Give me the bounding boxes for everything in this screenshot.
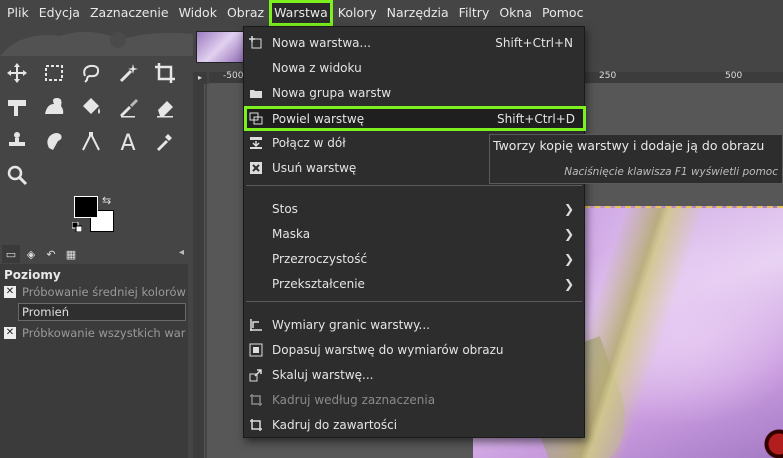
ruler-label: 250	[599, 71, 617, 81]
menu-item-transparency[interactable]: Przezroczystość ❯	[244, 246, 584, 271]
submenu-arrow-icon: ❯	[563, 201, 574, 216]
layer-to-image-size-icon	[244, 343, 268, 357]
tooltip: Tworzy kopię warstwy i dodaje ją do obra…	[489, 134, 783, 184]
smudge-tool-icon[interactable]	[41, 128, 67, 154]
device-status-tab-icon[interactable]: ◈	[22, 245, 40, 263]
undo-history-tab-icon[interactable]: ↶	[42, 245, 60, 263]
menu-tools[interactable]: Narzędzia	[382, 0, 454, 26]
fuzzy-select-tool-icon[interactable]	[115, 60, 141, 86]
ruler-label: -500	[223, 71, 244, 81]
layer-group-icon	[244, 86, 268, 100]
svg-text:A: A	[120, 131, 135, 152]
menu-item-mask[interactable]: Maska ❯	[244, 221, 584, 246]
wilber-logo-icon	[0, 31, 193, 56]
menubar: Plik Edycja Zaznaczenie Widok Obraz Wars…	[0, 0, 783, 26]
menu-select[interactable]: Zaznaczenie	[85, 0, 174, 26]
menu-view[interactable]: Widok	[174, 0, 222, 26]
menu-item-new-layer[interactable]: Nowa warstwa... Shift+Ctrl+N	[244, 30, 584, 55]
paintbrush-tool-icon[interactable]	[115, 94, 141, 120]
merge-down-icon	[244, 136, 268, 150]
foreground-color-swatch[interactable]	[74, 196, 98, 218]
submenu-arrow-icon: ❯	[563, 226, 574, 241]
menu-item-stack[interactable]: Stos ❯	[244, 196, 584, 221]
menu-layer[interactable]: Warstwa	[269, 0, 333, 26]
unified-transform-tool-icon[interactable]	[4, 94, 30, 120]
default-colors-icon[interactable]	[72, 222, 82, 232]
levels-panel: Poziomy ✕ Próbowanie średniej kolorów ✕ …	[0, 264, 188, 458]
duplicate-layer-icon	[244, 112, 268, 126]
images-tab-icon[interactable]: ▦	[62, 245, 80, 263]
radius-field[interactable]: Promień	[18, 303, 186, 321]
swap-colors-icon[interactable]: ⇆	[102, 194, 111, 207]
path-tool-icon[interactable]	[78, 128, 104, 154]
menu-file[interactable]: Plik	[2, 0, 34, 26]
color-picker-tool-icon[interactable]	[152, 128, 178, 154]
free-select-tool-icon[interactable]	[78, 60, 104, 86]
menu-item-new-from-visible[interactable]: Nowa z widoku	[244, 55, 584, 80]
sample-merged-option[interactable]: ✕ Próbkowanie wszystkich warstw	[4, 325, 186, 341]
checkbox-icon[interactable]: ✕	[4, 327, 16, 339]
submenu-arrow-icon: ❯	[563, 251, 574, 266]
menu-filters[interactable]: Filtry	[454, 0, 495, 26]
sample-average-option[interactable]: ✕ Próbowanie średniej kolorów	[4, 284, 186, 300]
delete-icon	[244, 161, 268, 175]
panel-title: Poziomy	[4, 268, 61, 282]
checkbox-icon[interactable]: ✕	[4, 286, 16, 298]
tooltip-text: Tworzy kopię warstwy i dodaje ją do obra…	[493, 138, 765, 153]
ruler-label: 500	[725, 71, 743, 81]
menu-item-duplicate-layer[interactable]: Powiel warstwę Shift+Ctrl+D	[244, 106, 586, 131]
tooltip-help: Naciśnięcie klawisza F1 wyświetli pomoc	[564, 166, 778, 178]
menu-item-layer-boundary-size[interactable]: Wymiary granic warstwy...	[244, 312, 584, 337]
tool-options-tab-icon[interactable]: ▭	[2, 245, 20, 263]
menu-separator	[246, 185, 582, 186]
move-tool-icon[interactable]	[4, 60, 30, 86]
dock-tabs: ▭ ◈ ↶ ▦ ◂	[0, 244, 188, 264]
ruler-corner-icon[interactable]: ▸	[193, 72, 207, 84]
text-tool-icon[interactable]: A	[115, 128, 141, 154]
sample-merged-label: Próbkowanie wszystkich warstw	[22, 326, 186, 340]
new-layer-icon	[244, 35, 268, 50]
sample-average-label: Próbowanie średniej kolorów	[22, 285, 186, 299]
clone-tool-icon[interactable]	[4, 128, 30, 154]
menu-item-crop-to-content[interactable]: Kadruj do zawartości	[244, 412, 584, 437]
menu-help[interactable]: Pomoc	[537, 0, 588, 26]
layer-menu: Nowa warstwa... Shift+Ctrl+N Nowa z wido…	[243, 26, 586, 438]
menu-item-new-layer-group[interactable]: Nowa grupa warstw	[244, 80, 584, 105]
menu-image[interactable]: Obraz	[222, 0, 269, 26]
image-tab-thumbnail[interactable]	[196, 31, 244, 63]
menu-item-crop-to-selection: Kadruj według zaznaczenia	[244, 387, 584, 412]
zoom-tool-icon[interactable]	[4, 162, 30, 188]
menu-separator	[246, 301, 582, 302]
dock-menu-icon[interactable]: ◂	[179, 247, 184, 258]
eraser-tool-icon[interactable]	[152, 94, 178, 120]
scale-layer-icon	[244, 368, 268, 382]
crop-to-selection-icon	[244, 393, 268, 407]
menu-windows[interactable]: Okna	[494, 0, 537, 26]
fg-bg-colors[interactable]: ⇆	[72, 194, 120, 238]
bucket-fill-tool-icon[interactable]	[78, 94, 104, 120]
menu-item-transform[interactable]: Przekształcenie ❯	[244, 271, 584, 296]
menu-item-scale-layer[interactable]: Skaluj warstwę...	[244, 362, 584, 387]
vertical-ruler[interactable]	[193, 84, 205, 458]
boundary-size-icon	[244, 318, 268, 332]
menu-item-layer-to-image-size[interactable]: Dopasuj warstwę do wymiarów obrazu	[244, 337, 584, 362]
crop-to-content-icon	[244, 418, 268, 432]
menu-colors[interactable]: Kolory	[333, 0, 382, 26]
menu-edit[interactable]: Edycja	[34, 0, 85, 26]
rect-select-tool-icon[interactable]	[41, 60, 67, 86]
submenu-arrow-icon: ❯	[563, 276, 574, 291]
crop-tool-icon[interactable]	[152, 60, 178, 86]
photo-ladybug	[759, 424, 783, 458]
warp-transform-tool-icon[interactable]	[41, 94, 67, 120]
